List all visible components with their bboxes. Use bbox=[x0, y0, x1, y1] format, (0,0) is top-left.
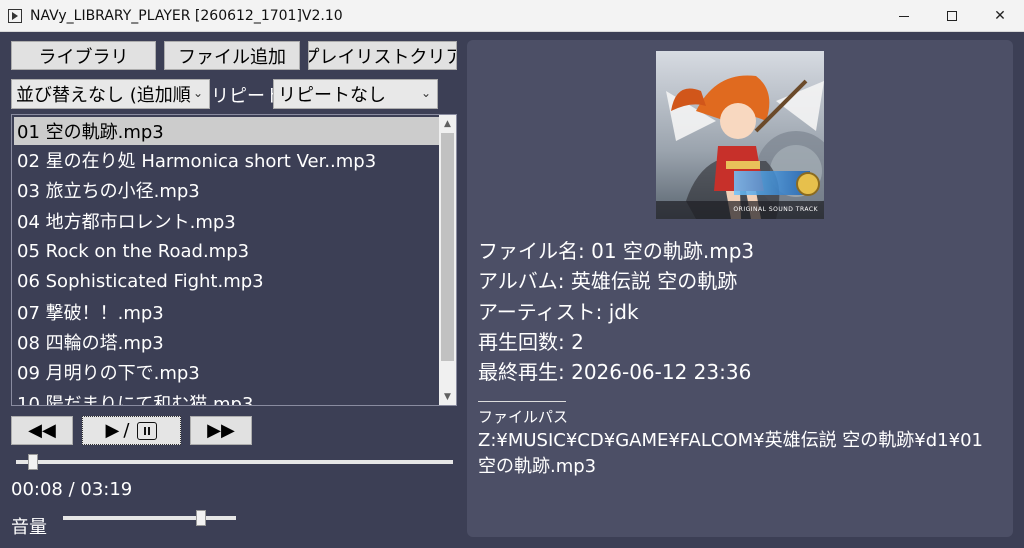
previous-icon: ◀◀ bbox=[28, 420, 56, 441]
info-last-played: 最終再生: 2026-06-12 23:36 bbox=[478, 360, 752, 384]
file-path-value: Z:¥MUSIC¥CD¥GAME¥FALCOM¥英雄伝説 空の軌跡¥d1¥01 … bbox=[478, 430, 983, 477]
scroll-down-arrow-icon[interactable]: ▼ bbox=[439, 388, 456, 405]
play-pause-separator: / bbox=[123, 420, 130, 441]
play-icon: ▶ bbox=[105, 420, 120, 441]
cover-caption: ORIGINAL SOUND TRACK bbox=[733, 206, 818, 213]
playlist-track[interactable]: 10 陽だまりにて和む猫.mp3 bbox=[12, 387, 456, 405]
previous-button[interactable]: ◀◀ bbox=[11, 416, 73, 445]
info-artist: アーティスト: jdk bbox=[478, 300, 639, 324]
minimize-button[interactable] bbox=[880, 0, 928, 32]
playback-time: 00:08 / 03:19 bbox=[11, 479, 133, 500]
playlist-track[interactable]: 01 空の軌跡.mp3 bbox=[14, 117, 439, 145]
close-icon: ✕ bbox=[994, 8, 1006, 24]
playlist-track[interactable]: 03 旅立ちの小径.mp3 bbox=[12, 175, 456, 205]
playlist-track[interactable]: 02 星の在り処 Harmonica short Ver..mp3 bbox=[12, 145, 456, 175]
title-bar: NAVy_LIBRARY_PLAYER [260612_1701]V2.10 ✕ bbox=[0, 0, 1024, 32]
clear-playlist-button[interactable]: プレイリストクリア bbox=[308, 41, 457, 70]
scroll-up-arrow-icon[interactable]: ▲ bbox=[439, 115, 456, 132]
track-list: 01 空の軌跡.mp3 02 星の在り処 Harmonica short Ver.… bbox=[12, 117, 456, 405]
sort-select[interactable]: 並び替えなし (追加順 ⌄ bbox=[11, 79, 210, 109]
info-album: アルバム: 英雄伝説 空の軌跡 bbox=[478, 269, 738, 293]
volume-slider-thumb[interactable] bbox=[196, 510, 207, 526]
info-file-name: ファイル名: 01 空の軌跡.mp3 bbox=[478, 239, 755, 263]
info-divider bbox=[478, 401, 566, 402]
info-play-count: 再生回数: 2 bbox=[478, 330, 584, 354]
window-controls: ✕ bbox=[880, 0, 1024, 32]
repeat-select[interactable]: リピートなし ⌄ bbox=[273, 79, 438, 109]
album-cover-illustration bbox=[656, 51, 824, 219]
scrollbar-thumb[interactable] bbox=[441, 133, 454, 361]
next-icon: ▶▶ bbox=[207, 420, 235, 441]
chevron-down-icon: ⌄ bbox=[192, 86, 203, 100]
play-pause-button[interactable]: ▶ / bbox=[82, 416, 181, 445]
sort-select-value: 並び替えなし (追加順 bbox=[16, 85, 191, 106]
seek-slider-thumb[interactable] bbox=[28, 454, 39, 470]
next-button[interactable]: ▶▶ bbox=[190, 416, 252, 445]
playlist-track[interactable]: 07 撃破！！.mp3 bbox=[12, 296, 456, 326]
playlist-track[interactable]: 08 四輪の塔.mp3 bbox=[12, 327, 456, 357]
playlist-scrollbar[interactable]: ▲ ▼ bbox=[439, 115, 456, 405]
add-file-button[interactable]: ファイル追加 bbox=[164, 41, 300, 70]
app-play-icon bbox=[8, 8, 22, 23]
library-button[interactable]: ライブラリ bbox=[11, 41, 156, 70]
window-title: NAVy_LIBRARY_PLAYER [260612_1701]V2.10 bbox=[30, 7, 343, 24]
playlist-track[interactable]: 06 Sophisticated Fight.mp3 bbox=[12, 266, 456, 296]
album-cover-art: ORIGINAL SOUND TRACK bbox=[656, 51, 824, 219]
playlist-track[interactable]: 04 地方都市ロレント.mp3 bbox=[12, 206, 456, 236]
file-path-label: ファイルパス bbox=[478, 408, 569, 426]
playlist[interactable]: 01 空の軌跡.mp3 02 星の在り処 Harmonica short Ver.… bbox=[11, 114, 457, 406]
seek-slider-track[interactable] bbox=[16, 460, 453, 464]
playlist-track[interactable]: 05 Rock on the Road.mp3 bbox=[12, 236, 456, 266]
maximize-button[interactable] bbox=[928, 0, 976, 32]
close-button[interactable]: ✕ bbox=[976, 0, 1024, 32]
playlist-track[interactable]: 09 月明りの下で.mp3 bbox=[12, 357, 456, 387]
repeat-select-value: リピートなし bbox=[278, 85, 386, 106]
minimize-icon bbox=[899, 15, 909, 17]
volume-label: 音量 bbox=[11, 517, 47, 538]
pause-icon bbox=[137, 421, 158, 440]
volume-slider-track[interactable] bbox=[63, 516, 236, 520]
chevron-down-icon: ⌄ bbox=[420, 86, 431, 100]
maximize-icon bbox=[947, 11, 957, 21]
